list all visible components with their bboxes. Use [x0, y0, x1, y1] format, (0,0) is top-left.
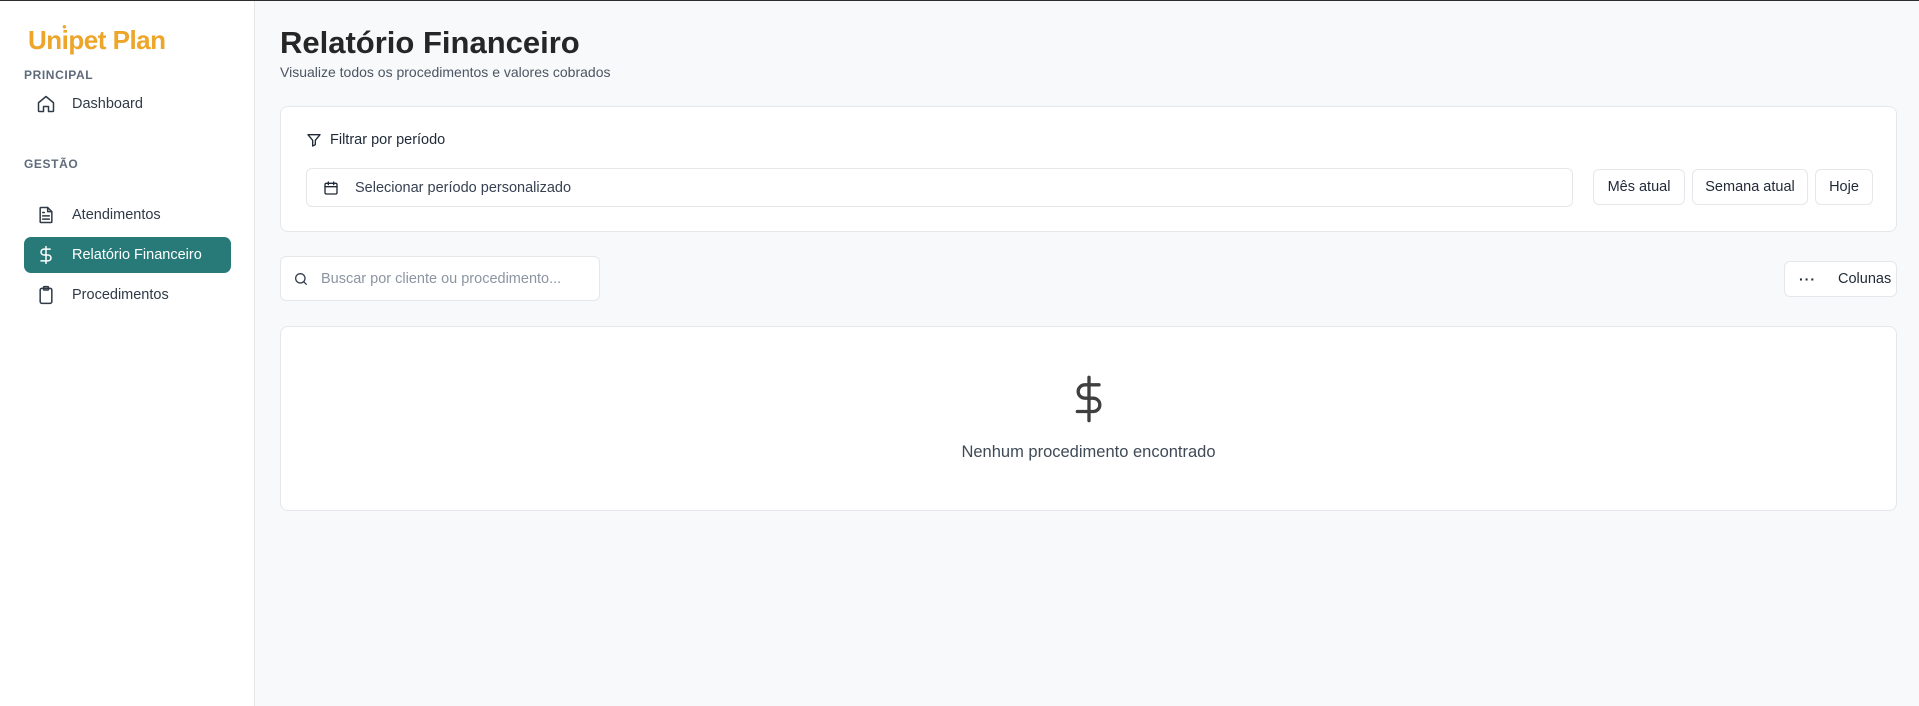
filter-card: Filtrar por período Selecionar período p…: [280, 106, 1897, 232]
filter-icon: [307, 134, 321, 147]
logo-text: Unipet Plan: [28, 25, 166, 55]
sidebar: Unipet Plan ● PRINCIPAL Dashboard GESTÃO…: [0, 1, 255, 706]
page-title: Relatório Financeiro: [280, 25, 580, 60]
search-box: [280, 256, 600, 301]
period-picker-label: Selecionar período personalizado: [355, 179, 572, 196]
columns-button[interactable]: ··· Colunas: [1784, 261, 1897, 297]
columns-button-label: Colunas: [1838, 271, 1892, 287]
page-subtitle: Visualize todos os procedimentos e valor…: [280, 64, 611, 80]
sidebar-item-atendimentos[interactable]: Atendimentos: [24, 197, 231, 233]
search-icon: [295, 272, 307, 285]
clipboard-icon: [36, 285, 56, 305]
sidebar-item-relatorio-financeiro[interactable]: Relatório Financeiro: [24, 237, 231, 273]
dollar-icon: [1075, 375, 1102, 423]
more-horizontal-icon: ···: [1799, 271, 1816, 287]
sidebar-item-dashboard[interactable]: Dashboard: [24, 86, 231, 122]
empty-state-card: Nenhum procedimento encontrado: [280, 326, 1897, 511]
sidebar-item-label: Atendimentos: [72, 207, 161, 223]
sidebar-item-label: Procedimentos: [72, 287, 169, 303]
dollar-icon: [36, 245, 56, 265]
filter-title: Filtrar por período: [306, 132, 445, 148]
top-border: [0, 0, 1919, 1]
calendar-icon: [324, 180, 338, 195]
period-picker[interactable]: Selecionar período personalizado: [306, 168, 1573, 207]
current-month-button[interactable]: Mês atual: [1593, 169, 1685, 205]
app-logo[interactable]: Unipet Plan ●: [28, 22, 166, 56]
empty-state-message: Nenhum procedimento encontrado: [961, 443, 1216, 461]
section-label-gestao: GESTÃO: [24, 157, 79, 171]
paw-icon: ●: [62, 22, 67, 31]
sidebar-item-label: Relatório Financeiro: [72, 247, 202, 263]
document-icon: [36, 205, 56, 225]
current-week-button[interactable]: Semana atual: [1692, 169, 1808, 205]
search-input[interactable]: [321, 270, 581, 287]
section-label-principal: PRINCIPAL: [24, 68, 94, 82]
sidebar-item-label: Dashboard: [72, 96, 143, 112]
home-icon: [36, 94, 56, 114]
filter-title-label: Filtrar por período: [330, 132, 446, 148]
today-button[interactable]: Hoje: [1815, 169, 1873, 205]
sidebar-item-procedimentos[interactable]: Procedimentos: [24, 277, 231, 313]
